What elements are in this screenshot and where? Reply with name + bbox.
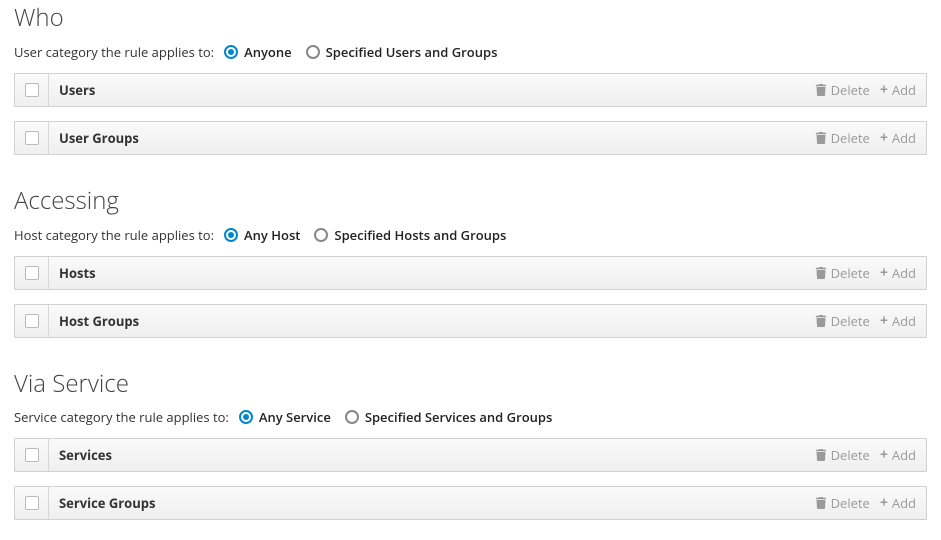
radio-label: Specified Services and Groups (365, 408, 553, 426)
delete-button[interactable]: Delete (815, 129, 870, 147)
radio-label: Any Host (244, 226, 300, 244)
table-actions: Delete + Add (805, 264, 926, 282)
table-bar-services: Services Delete + Add (14, 438, 927, 472)
trash-icon (815, 267, 827, 279)
delete-label: Delete (831, 494, 870, 512)
table-title: Service Groups (49, 494, 805, 512)
table-actions: Delete + Add (805, 81, 926, 99)
add-label: Add (892, 446, 916, 464)
radio-accessing-specified[interactable]: Specified Hosts and Groups (314, 226, 506, 244)
section-heading-accessing: Accessing (14, 187, 927, 216)
section-who: Who User category the rule applies to: A… (14, 4, 927, 155)
table-bar-service-groups: Service Groups Delete + Add (14, 486, 927, 520)
select-all-checkbox[interactable] (25, 314, 39, 328)
delete-button[interactable]: Delete (815, 446, 870, 464)
plus-icon: + (880, 314, 888, 328)
delete-label: Delete (831, 446, 870, 464)
select-all-checkbox[interactable] (25, 496, 39, 510)
table-title: Services (49, 446, 805, 464)
table-actions: Delete + Add (805, 312, 926, 330)
table-bar-users: Users Delete + Add (14, 73, 927, 107)
trash-icon (815, 132, 827, 144)
add-label: Add (892, 129, 916, 147)
category-row-via-service: Service category the rule applies to: An… (14, 408, 927, 426)
plus-icon: + (880, 496, 888, 510)
checkbox-cell (15, 305, 49, 337)
category-label-accessing: Host category the rule applies to: (14, 226, 214, 244)
radio-icon (345, 410, 359, 424)
plus-icon: + (880, 448, 888, 462)
radio-service-any-service[interactable]: Any Service (239, 408, 331, 426)
delete-button[interactable]: Delete (815, 264, 870, 282)
plus-icon: + (880, 83, 888, 97)
add-button[interactable]: + Add (880, 494, 916, 512)
category-label-via-service: Service category the rule applies to: (14, 408, 229, 426)
add-button[interactable]: + Add (880, 446, 916, 464)
radio-icon (224, 45, 238, 59)
plus-icon: + (880, 266, 888, 280)
category-row-who: User category the rule applies to: Anyon… (14, 43, 927, 61)
add-button[interactable]: + Add (880, 129, 916, 147)
category-row-accessing: Host category the rule applies to: Any H… (14, 226, 927, 244)
checkbox-cell (15, 122, 49, 154)
radio-label: Anyone (244, 43, 292, 61)
delete-button[interactable]: Delete (815, 312, 870, 330)
table-title: Hosts (49, 264, 805, 282)
table-bar-user-groups: User Groups Delete + Add (14, 121, 927, 155)
add-label: Add (892, 81, 916, 99)
delete-label: Delete (831, 81, 870, 99)
trash-icon (815, 84, 827, 96)
add-button[interactable]: + Add (880, 81, 916, 99)
table-title: Users (49, 81, 805, 99)
table-actions: Delete + Add (805, 446, 926, 464)
checkbox-cell (15, 74, 49, 106)
plus-icon: + (880, 131, 888, 145)
radio-accessing-any-host[interactable]: Any Host (224, 226, 300, 244)
radio-who-anyone[interactable]: Anyone (224, 43, 292, 61)
delete-label: Delete (831, 312, 870, 330)
trash-icon (815, 449, 827, 461)
radio-icon (239, 410, 253, 424)
table-bar-hosts: Hosts Delete + Add (14, 256, 927, 290)
delete-label: Delete (831, 129, 870, 147)
select-all-checkbox[interactable] (25, 83, 39, 97)
radio-icon (314, 228, 328, 242)
select-all-checkbox[interactable] (25, 266, 39, 280)
add-label: Add (892, 264, 916, 282)
section-heading-via-service: Via Service (14, 370, 927, 399)
radio-label: Specified Hosts and Groups (334, 226, 506, 244)
add-label: Add (892, 494, 916, 512)
radio-label: Any Service (259, 408, 331, 426)
radio-who-specified[interactable]: Specified Users and Groups (306, 43, 498, 61)
section-via-service: Via Service Service category the rule ap… (14, 370, 927, 521)
select-all-checkbox[interactable] (25, 131, 39, 145)
table-actions: Delete + Add (805, 494, 926, 512)
radio-icon (306, 45, 320, 59)
add-button[interactable]: + Add (880, 312, 916, 330)
radio-icon (224, 228, 238, 242)
table-actions: Delete + Add (805, 129, 926, 147)
select-all-checkbox[interactable] (25, 448, 39, 462)
trash-icon (815, 497, 827, 509)
delete-button[interactable]: Delete (815, 81, 870, 99)
radio-label: Specified Users and Groups (326, 43, 498, 61)
category-label-who: User category the rule applies to: (14, 43, 214, 61)
checkbox-cell (15, 439, 49, 471)
checkbox-cell (15, 487, 49, 519)
radio-service-specified[interactable]: Specified Services and Groups (345, 408, 553, 426)
add-button[interactable]: + Add (880, 264, 916, 282)
table-title: Host Groups (49, 312, 805, 330)
add-label: Add (892, 312, 916, 330)
delete-label: Delete (831, 264, 870, 282)
checkbox-cell (15, 257, 49, 289)
table-bar-host-groups: Host Groups Delete + Add (14, 304, 927, 338)
table-title: User Groups (49, 129, 805, 147)
trash-icon (815, 315, 827, 327)
section-heading-who: Who (14, 4, 927, 33)
delete-button[interactable]: Delete (815, 494, 870, 512)
section-accessing: Accessing Host category the rule applies… (14, 187, 927, 338)
